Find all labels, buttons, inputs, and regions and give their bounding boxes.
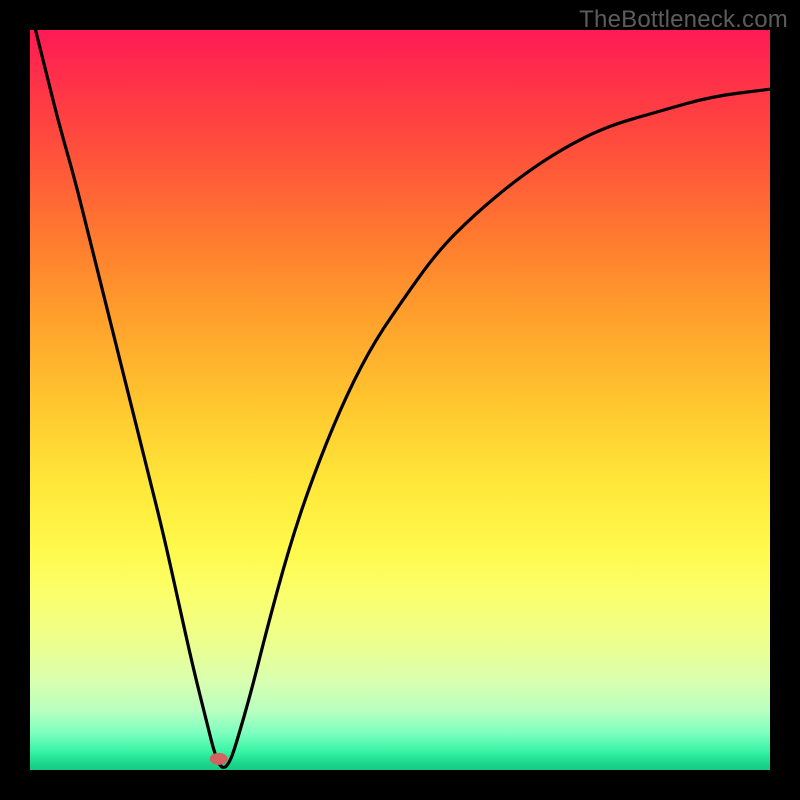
curve-layer bbox=[30, 30, 770, 770]
watermark-text: TheBottleneck.com bbox=[579, 6, 788, 34]
chart-frame: TheBottleneck.com bbox=[0, 0, 800, 800]
plot-area bbox=[30, 30, 770, 770]
bottleneck-curve bbox=[30, 30, 770, 768]
notch-marker bbox=[210, 753, 228, 765]
